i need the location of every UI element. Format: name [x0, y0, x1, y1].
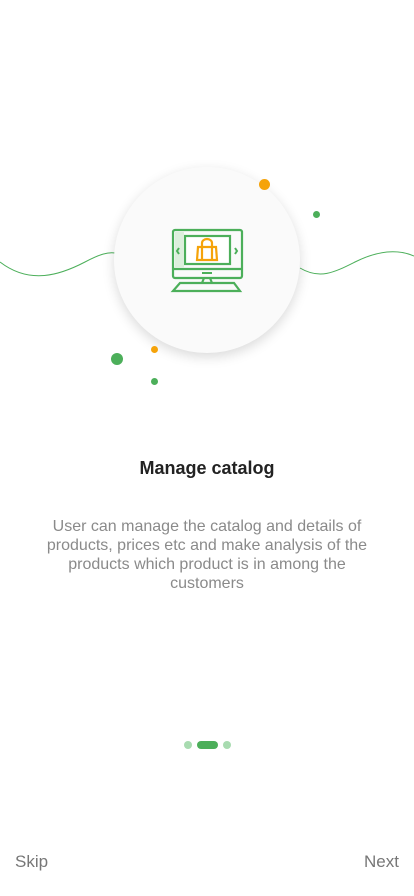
green-dot [313, 211, 320, 218]
orange-dot [259, 179, 270, 190]
page-dot-active[interactable] [196, 741, 218, 749]
page-indicator [0, 741, 414, 749]
next-button[interactable]: Next [364, 852, 399, 872]
page-dot[interactable] [183, 741, 192, 749]
monitor-shopping-bag-icon [170, 228, 244, 293]
page-title: Manage catalog [139, 458, 275, 478]
onboarding-screen: Manage catalog User can manage the catal… [0, 0, 414, 896]
orange-dot [151, 346, 158, 353]
green-dot [151, 378, 158, 385]
skip-button[interactable]: Skip [15, 852, 48, 872]
page-dot[interactable] [222, 741, 231, 749]
green-dot [111, 353, 123, 365]
page-description: User can manage the catalog and details … [46, 518, 368, 592]
